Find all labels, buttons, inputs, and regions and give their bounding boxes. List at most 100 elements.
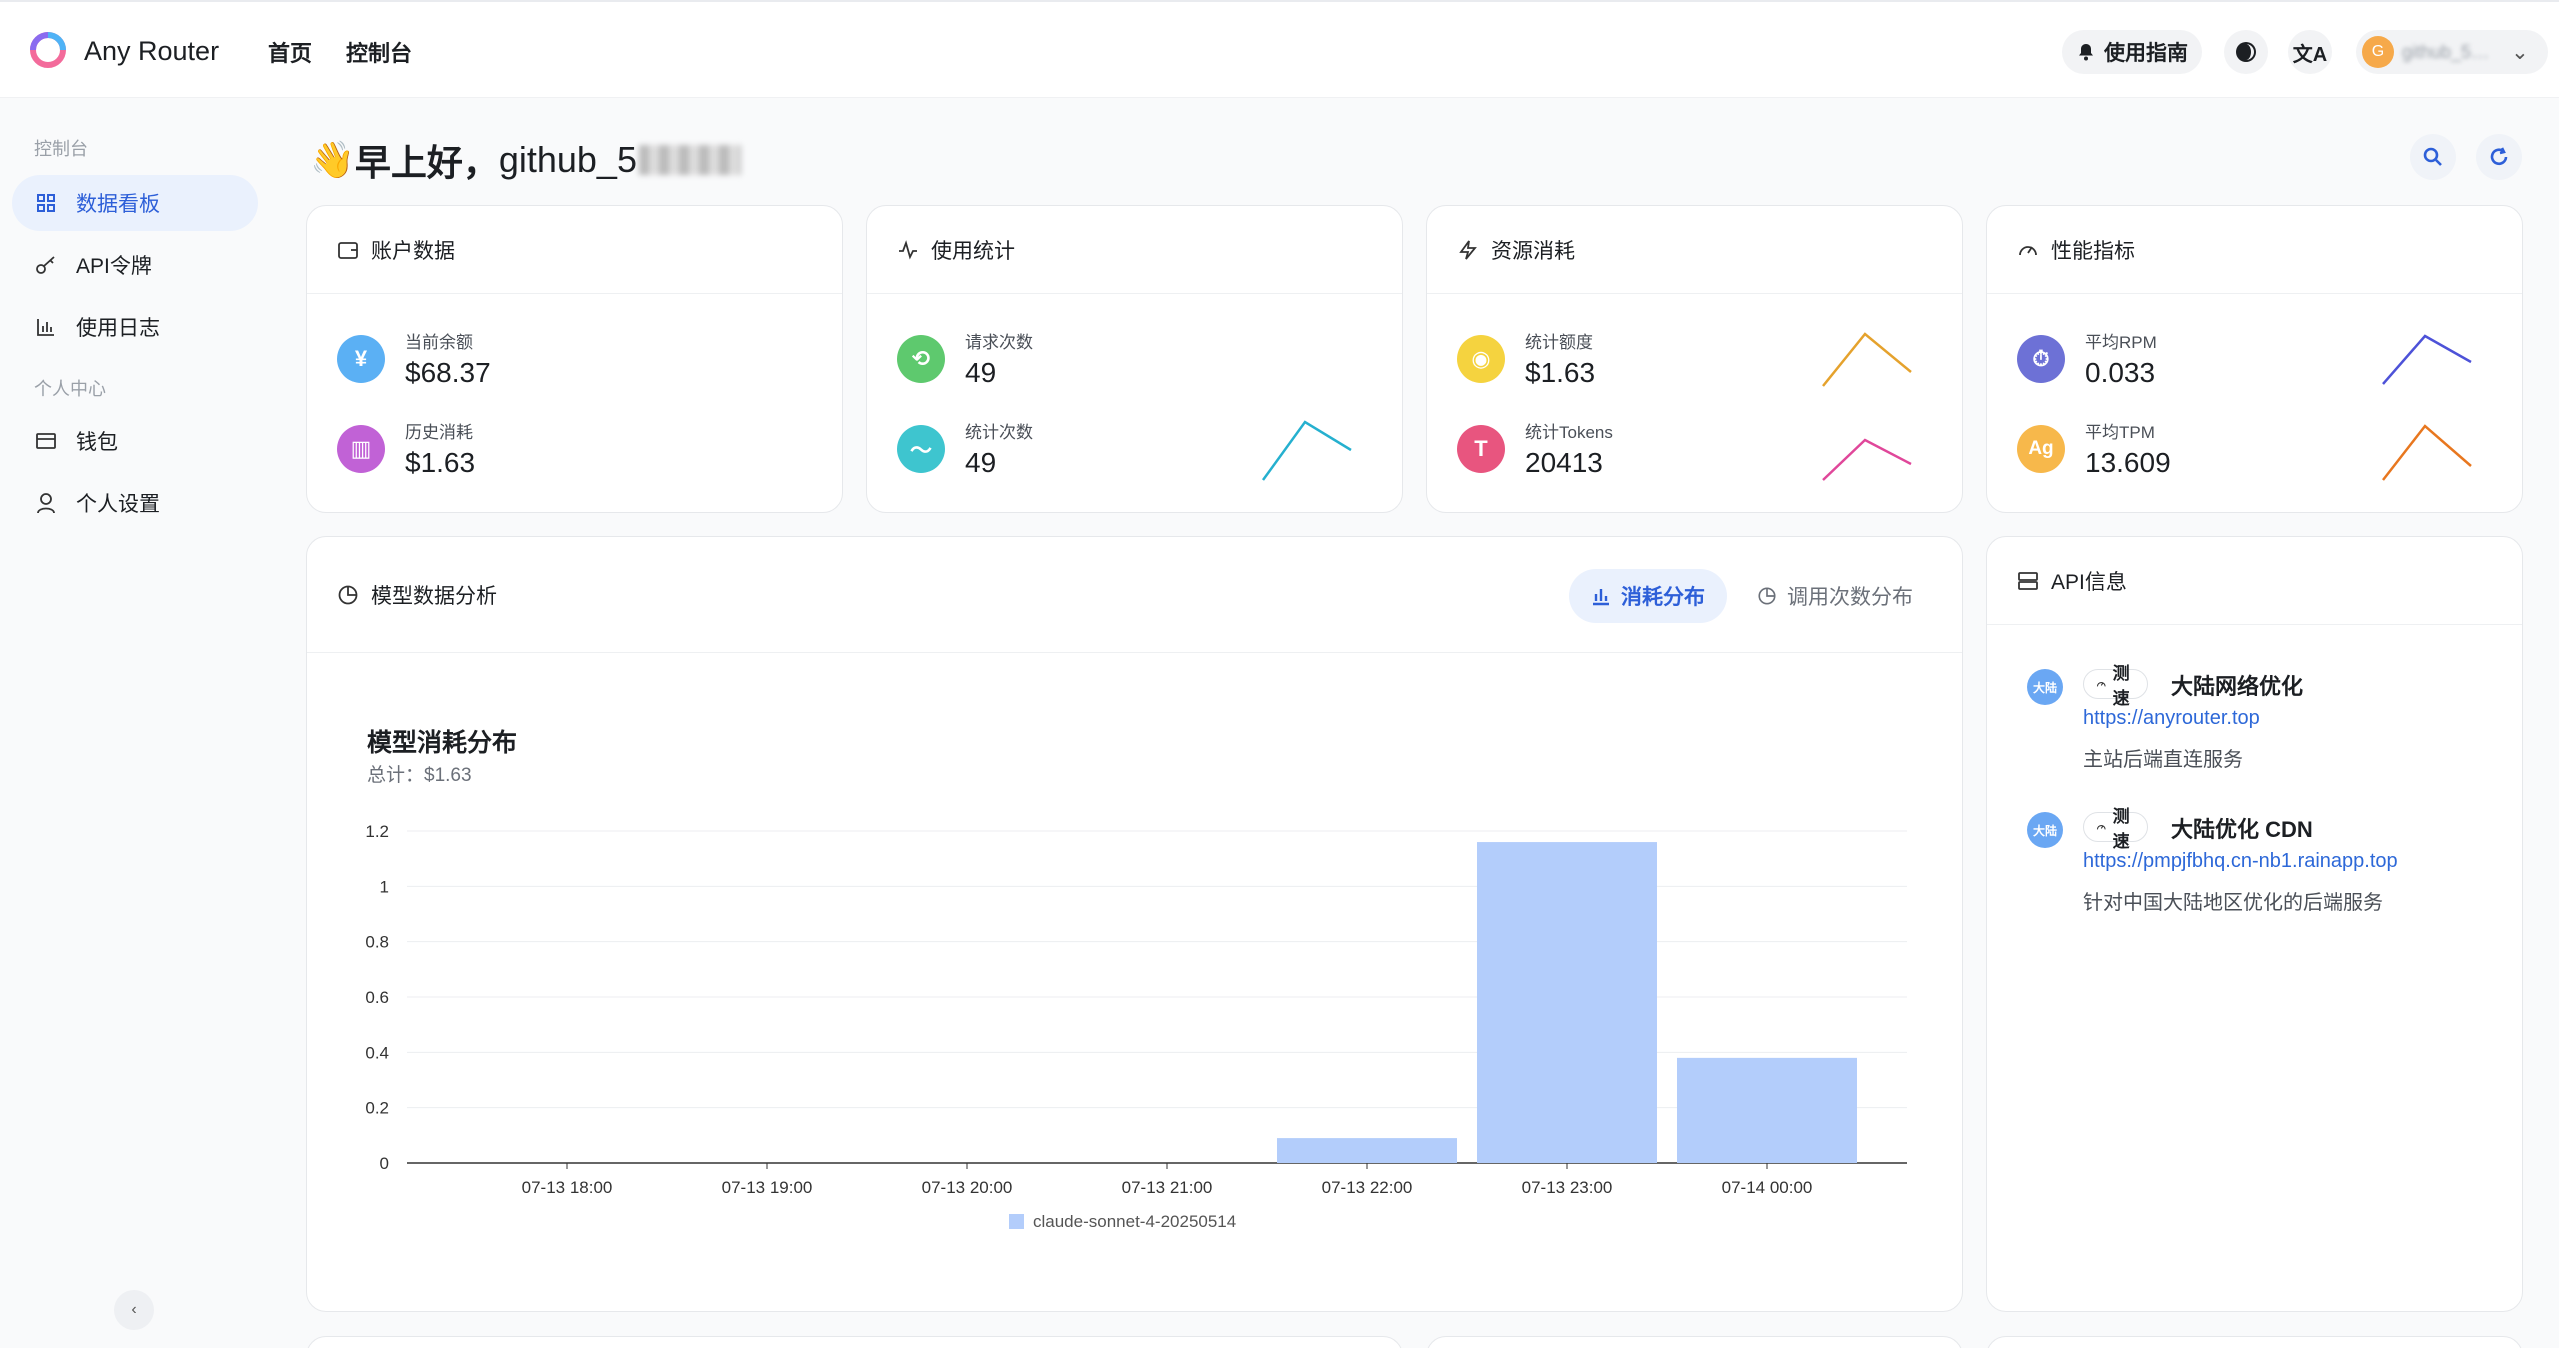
moon-icon xyxy=(2236,42,2256,62)
legend-label: claude-sonnet-4-20250514 xyxy=(1033,1212,1236,1231)
api-url-link[interactable]: https://pmpjfbhq.cn-nb1.rainapp.top xyxy=(2083,850,2398,873)
api-url-link[interactable]: https://anyrouter.top xyxy=(2083,707,2260,730)
app-title[interactable]: Any Router xyxy=(84,36,219,67)
requests-stat: ⟲ 请求次数 49 xyxy=(897,328,1033,389)
lower-card xyxy=(306,1336,1403,1348)
y-tick-label: 0.4 xyxy=(365,1043,389,1062)
x-tick-label: 07-13 21:00 xyxy=(1122,1178,1213,1197)
search-button[interactable] xyxy=(2410,134,2456,180)
stat-value: 49 xyxy=(965,447,997,478)
tokens-sparkline xyxy=(1822,438,1912,481)
cost-bar-chart: 0 0.2 0.4 0.6 0.8 1 1.2 07-13 18:00 07-13 19:00 0… xyxy=(365,822,1907,1231)
stat-value: 49 xyxy=(965,357,997,388)
api-description: 针对中国大陆地区优化的后端服务 xyxy=(2083,892,2383,914)
stat-label: 平均TPM xyxy=(2085,423,2155,442)
avatar: G xyxy=(2362,36,2394,68)
key-icon xyxy=(34,253,58,277)
refresh-icon xyxy=(2490,147,2508,166)
sidebar: 控制台 数据看板 API令牌 使用日志 个人中心 钱包 个人设置 ‹ xyxy=(0,99,272,1348)
nav-home[interactable]: 首页 xyxy=(268,36,312,68)
username-redaction xyxy=(638,145,741,175)
stat-value: $1.63 xyxy=(1525,357,1596,388)
spent-stat: ▥ 历史消耗 $1.63 xyxy=(337,418,475,479)
language-button[interactable]: 文A xyxy=(2288,30,2332,74)
sidebar-group-console: 控制台 xyxy=(34,139,88,159)
theme-toggle-button[interactable] xyxy=(2224,30,2268,74)
sidebar-item-label: 数据看板 xyxy=(76,193,160,216)
usage-sparkline xyxy=(1261,420,1352,481)
grid-icon xyxy=(34,191,58,215)
translate-icon: 文A xyxy=(2292,43,2328,66)
sidebar-item-wallet[interactable]: 钱包 xyxy=(12,413,258,469)
card-title: API信息 xyxy=(2051,570,2127,594)
refresh-button[interactable] xyxy=(2476,134,2522,180)
stat-label: 平均RPM xyxy=(2085,333,2157,352)
wallet-icon xyxy=(34,429,58,453)
api-description: 主站后端直连服务 xyxy=(2083,749,2243,771)
sidebar-item-settings[interactable]: 个人设置 xyxy=(12,475,258,531)
x-tick-label: 07-13 23:00 xyxy=(1522,1178,1613,1197)
wave-emoji: 👋 xyxy=(310,139,355,180)
card-title: 资源消耗 xyxy=(1491,239,1575,263)
x-tick-label: 07-14 00:00 xyxy=(1722,1178,1813,1197)
greeting: 👋 早上好， github_5 xyxy=(310,134,741,186)
chevron-left-icon: ‹ xyxy=(131,1301,137,1318)
stat-label: 统计次数 xyxy=(965,423,1033,442)
sidebar-item-usage-logs[interactable]: 使用日志 xyxy=(12,299,258,355)
speed-test-button[interactable]: 测速 xyxy=(2083,807,2148,851)
chart-bar xyxy=(1277,1138,1457,1163)
api-name: 大陆优化 CDN xyxy=(2171,817,2313,842)
x-tick-label: 07-13 18:00 xyxy=(522,1178,613,1197)
y-tick-label: 1 xyxy=(380,877,389,896)
api-info-card: API信息 大陆 测速 大陆网络优化 https://anyrouter.top… xyxy=(1986,536,2523,1312)
sidebar-item-api-tokens[interactable]: API令牌 xyxy=(12,237,258,293)
server-icon xyxy=(2018,571,2038,590)
chart-bar xyxy=(1677,1057,1857,1163)
card-header: API信息 xyxy=(1987,537,2522,625)
stat-label: 统计额度 xyxy=(1525,333,1593,352)
send-icon: ⟲ xyxy=(897,334,945,383)
rpm-stat: ⏱ 平均RPM 0.033 xyxy=(2017,328,2157,389)
coin-icon: ◉ xyxy=(1457,334,1505,383)
sidebar-item-dashboard[interactable]: 数据看板 xyxy=(12,175,258,231)
y-tick-label: 0.6 xyxy=(365,988,389,1007)
sidebar-item-label: 钱包 xyxy=(76,431,118,454)
tpm-stat: Ag 平均TPM 13.609 xyxy=(2017,418,2171,479)
nav-console[interactable]: 控制台 xyxy=(346,36,412,68)
sidebar-group-personal: 个人中心 xyxy=(34,379,106,399)
quota-sparkline xyxy=(1822,332,1912,387)
x-tick-label: 07-13 20:00 xyxy=(922,1178,1013,1197)
card-header: 使用统计 xyxy=(867,206,1402,294)
guide-label: 使用指南 xyxy=(2104,42,2188,65)
tpm-icon: Ag xyxy=(2017,424,2065,473)
lower-card xyxy=(1426,1336,1963,1348)
stat-value: 20413 xyxy=(1525,447,1603,478)
stat-label: 历史消耗 xyxy=(405,423,473,442)
chart-bar xyxy=(1477,842,1657,1163)
sidebar-item-label: 使用日志 xyxy=(76,317,160,340)
sidebar-collapse-button[interactable]: ‹ xyxy=(114,1290,154,1330)
y-tick-label: 0 xyxy=(380,1154,389,1173)
text-icon: T xyxy=(1457,424,1505,473)
sidebar-item-label: 个人设置 xyxy=(76,493,160,516)
gauge-icon xyxy=(2019,245,2037,255)
stat-value: $68.37 xyxy=(405,357,491,388)
speed-test-button[interactable]: 测速 xyxy=(2083,664,2148,708)
stat-value: 0.033 xyxy=(2085,357,2156,388)
stat-value: $1.63 xyxy=(405,447,476,478)
user-menu-button[interactable]: G github_5… ⌄ xyxy=(2356,30,2548,74)
pulse-icon: 〜 xyxy=(897,424,945,473)
card-title: 性能指标 xyxy=(2051,239,2135,263)
resource-card: 资源消耗 ◉ 统计额度 $1.63 T 统计Tokens 20413 xyxy=(1426,205,1963,513)
app-logo[interactable] xyxy=(30,32,66,68)
guide-button[interactable]: 使用指南 xyxy=(2062,30,2202,74)
greeting-username: github_5 xyxy=(498,139,637,180)
x-tick-label: 07-13 19:00 xyxy=(722,1178,813,1197)
user-name: github_5… xyxy=(2402,41,2490,62)
gauge-icon xyxy=(2096,825,2106,830)
count-stat: 〜 统计次数 49 xyxy=(897,418,1033,479)
card-title: 使用统计 xyxy=(931,239,1015,263)
rpm-sparkline xyxy=(2382,334,2472,385)
card-header: 资源消耗 xyxy=(1427,206,1962,294)
speed-test-label: 测速 xyxy=(2112,664,2130,708)
